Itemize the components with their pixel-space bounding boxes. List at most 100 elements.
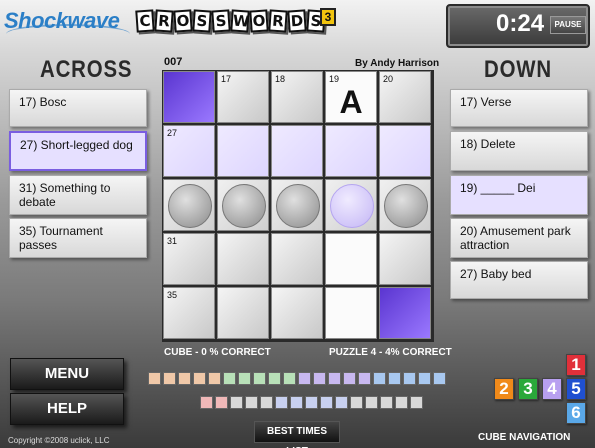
cube-edge-disc [330,184,374,228]
logo-letter: R [154,9,174,33]
clue-label: 31) Something to debate [19,181,111,209]
edition-badge: 3 [320,8,336,26]
cell-number: 31 [167,236,178,246]
cell-letter: A [339,84,363,120]
cube-edge-disc [384,184,428,228]
progress-square [230,396,243,409]
progress-square [193,372,206,385]
progress-square [208,372,221,385]
progress-square [358,372,371,385]
crossword-grid: 17 18 19 A 20 27 31 35 [162,70,434,342]
clue-label: 35) Tournament passes [19,224,103,252]
grid-cell[interactable]: 17 [217,71,269,123]
progress-square [365,396,378,409]
cell-number: 17 [221,74,232,84]
cell-number: 19 [329,74,340,84]
menu-button[interactable]: MENU [10,358,124,390]
grid-cell[interactable] [271,179,323,231]
progress-square [290,396,303,409]
cube-edge-disc [276,184,320,228]
pause-button[interactable]: PAUSE [550,16,586,34]
grid-cell[interactable]: 20 [379,71,431,123]
grid-cell[interactable] [163,179,215,231]
progress-square [275,396,288,409]
grid-cell[interactable]: 19 A [325,71,377,123]
grid-cell[interactable]: 27 [163,125,215,177]
grid-cell[interactable] [271,287,323,339]
progress-square [328,372,341,385]
grid-cell[interactable]: 18 [271,71,323,123]
progress-square [163,372,176,385]
cube-face-6-button[interactable]: 6 [566,402,586,424]
grid-cell[interactable] [379,125,431,177]
clue-label: 20) Amusement park attraction [460,224,571,252]
puzzle-author: By Andy Harrison [355,58,440,69]
across-clue-31[interactable]: 31) Something to debate [9,175,147,215]
grid-cell[interactable] [325,125,377,177]
grid-cell[interactable] [379,233,431,285]
grid-cell[interactable] [217,179,269,231]
cube-face-3-button[interactable]: 3 [518,378,538,400]
grid-cell[interactable] [271,233,323,285]
logo-letter: S [192,9,212,33]
timer: 0:24 [496,10,545,37]
cell-number: 20 [383,74,394,84]
grid-cell[interactable] [325,179,377,231]
across-clue-27[interactable]: 27) Short-legged dog [9,131,147,171]
grid-cell[interactable] [325,233,377,285]
cube-navigation-label: CUBE NAVIGATION [478,432,571,443]
down-heading: DOWN [484,56,552,83]
progress-square [238,372,251,385]
cube-face-5-button[interactable]: 5 [566,378,586,400]
logo-letter: O [173,9,193,33]
logo-letter: W [230,9,250,33]
progress-square [313,372,326,385]
down-clue-20[interactable]: 20) Amusement park attraction [450,218,588,258]
clue-label: 27) Baby bed [460,267,532,281]
progress-square [403,372,416,385]
across-clue-17[interactable]: 17) Bosc [9,89,147,127]
progress-square [200,396,213,409]
grid-cell[interactable] [379,287,431,339]
grid-cell[interactable]: 35 [163,287,215,339]
clue-label: 17) Bosc [19,95,67,109]
grid-cell[interactable]: 31 [163,233,215,285]
logo-letter: O [249,9,269,33]
progress-square [245,396,258,409]
progress-square [283,372,296,385]
cube-edge-disc [222,184,266,228]
across-clue-35[interactable]: 35) Tournament passes [9,218,147,258]
grid-cell[interactable] [379,179,431,231]
progress-square [388,372,401,385]
grid-cell[interactable] [217,233,269,285]
grid-cell[interactable] [217,287,269,339]
progress-square [343,372,356,385]
copyright: Copyright ©2008 uclick, LLC [8,436,110,445]
help-button[interactable]: HELP [10,393,124,425]
logo-letter: C [135,9,155,33]
puzzle-status: PUZZLE 4 - 4% CORRECT [329,347,452,358]
cube-face-2-button[interactable]: 2 [494,378,514,400]
clue-label: 27) Short-legged dog [20,138,133,152]
cell-number: 18 [275,74,286,84]
grid-cell[interactable] [325,287,377,339]
across-heading: ACROSS [40,56,133,83]
best-times-button[interactable]: BEST TIMES LIST [254,421,340,448]
cube-face-4-button[interactable]: 4 [542,378,562,400]
cell-number: 27 [167,128,178,138]
cube-face-1-button[interactable]: 1 [566,354,586,376]
grid-cell[interactable] [271,125,323,177]
down-clue-19[interactable]: 19) _____ Dei [450,175,588,215]
grid-cell[interactable] [217,125,269,177]
down-clue-27[interactable]: 27) Baby bed [450,261,588,299]
puzzle-id: 007 [164,56,183,68]
logo-letter: D [287,9,307,33]
progress-row-top [148,372,446,385]
progress-square [380,396,393,409]
down-clue-17[interactable]: 17) Verse [450,89,588,127]
grid-cell[interactable] [163,71,215,123]
down-clue-18[interactable]: 18) Delete [450,131,588,171]
cube-status: CUBE - 0 % CORRECT [164,347,271,358]
clue-label: 18) Delete [460,137,516,151]
progress-square [395,396,408,409]
